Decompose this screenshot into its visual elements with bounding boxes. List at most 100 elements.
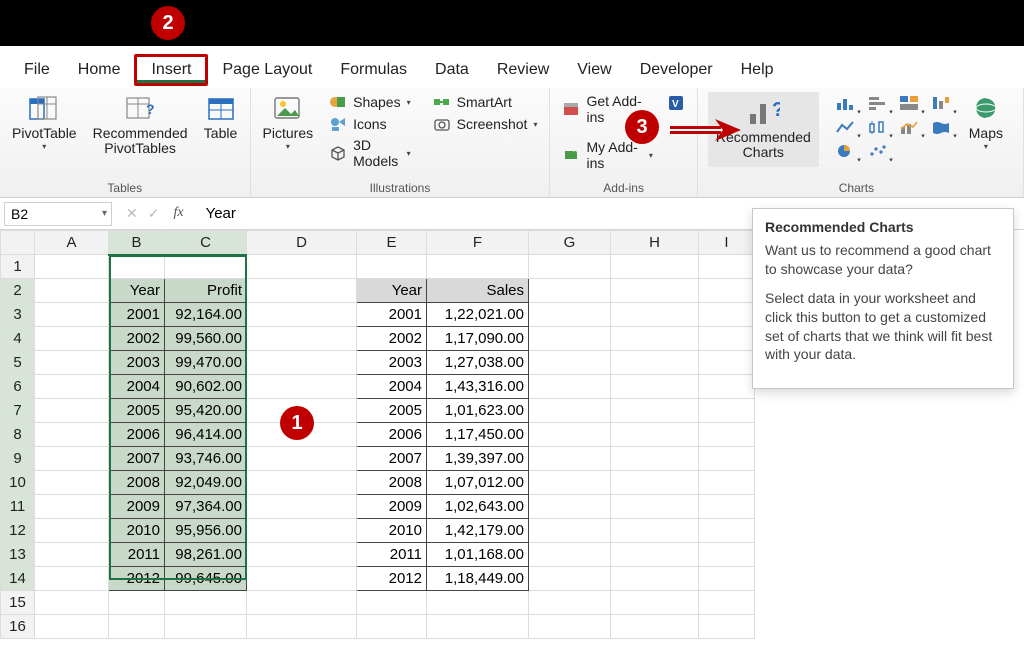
cell[interactable] xyxy=(699,351,755,375)
row-9[interactable]: 9 xyxy=(1,447,35,471)
cell[interactable] xyxy=(247,495,357,519)
cell[interactable] xyxy=(611,423,699,447)
cell[interactable] xyxy=(109,591,165,615)
select-all-corner[interactable] xyxy=(1,231,35,255)
cell[interactable] xyxy=(611,543,699,567)
cell[interactable]: 99,560.00 xyxy=(165,327,247,351)
cell[interactable] xyxy=(247,447,357,471)
cell[interactable]: 92,049.00 xyxy=(165,471,247,495)
combo-chart-icon[interactable]: ▾ xyxy=(895,116,923,138)
cell[interactable] xyxy=(247,591,357,615)
recommended-pivottables-button[interactable]: ? Recommended PivotTables xyxy=(91,92,190,159)
tab-home[interactable]: Home xyxy=(64,57,135,83)
cell[interactable]: 1,42,179.00 xyxy=(427,519,529,543)
cell[interactable]: 1,43,316.00 xyxy=(427,375,529,399)
cell[interactable] xyxy=(357,615,427,639)
col-G[interactable]: G xyxy=(529,231,611,255)
row-10[interactable]: 10 xyxy=(1,471,35,495)
cell[interactable]: 92,164.00 xyxy=(165,303,247,327)
cell[interactable]: 1,39,397.00 xyxy=(427,447,529,471)
cell[interactable] xyxy=(611,351,699,375)
row-1[interactable]: 1 xyxy=(1,255,35,279)
cell[interactable] xyxy=(529,399,611,423)
cell[interactable] xyxy=(247,255,357,279)
pictures-button[interactable]: Pictures ▾ xyxy=(261,92,316,154)
tab-data[interactable]: Data xyxy=(421,57,483,83)
cell[interactable]: 2008 xyxy=(357,471,427,495)
hierarchy-chart-icon[interactable]: ▾ xyxy=(895,92,923,114)
tab-developer[interactable]: Developer xyxy=(626,57,727,83)
col-C[interactable]: C xyxy=(165,231,247,255)
tab-file[interactable]: File xyxy=(10,57,64,83)
cell[interactable]: 2012 xyxy=(357,567,427,591)
cell[interactable] xyxy=(529,303,611,327)
chevron-down-icon[interactable]: ▾ xyxy=(102,208,107,219)
cell[interactable]: 2008 xyxy=(109,471,165,495)
cell[interactable] xyxy=(427,591,529,615)
tab-insert[interactable]: Insert xyxy=(134,54,208,86)
col-B[interactable]: B xyxy=(109,231,165,255)
cancel-formula-icon[interactable]: ✕ xyxy=(126,205,138,222)
cell[interactable]: 99,645.00 xyxy=(165,567,247,591)
cell[interactable] xyxy=(35,255,109,279)
col-F[interactable]: F xyxy=(427,231,529,255)
row-15[interactable]: 15 xyxy=(1,591,35,615)
cell[interactable]: 2006 xyxy=(109,423,165,447)
icons-button[interactable]: Icons xyxy=(327,114,413,134)
col-D[interactable]: D xyxy=(247,231,357,255)
cell[interactable] xyxy=(529,255,611,279)
column-chart-icon[interactable]: ▾ xyxy=(831,92,859,114)
cell[interactable]: 95,420.00 xyxy=(165,399,247,423)
cell[interactable]: 93,746.00 xyxy=(165,447,247,471)
cell[interactable] xyxy=(357,591,427,615)
row-5[interactable]: 5 xyxy=(1,351,35,375)
cell[interactable]: 2004 xyxy=(357,375,427,399)
cell[interactable]: 2003 xyxy=(357,351,427,375)
cell[interactable]: 2012 xyxy=(109,567,165,591)
row-11[interactable]: 11 xyxy=(1,495,35,519)
cell[interactable] xyxy=(427,615,529,639)
cell[interactable]: 1,17,090.00 xyxy=(427,327,529,351)
cell[interactable]: 2011 xyxy=(357,543,427,567)
cell[interactable] xyxy=(247,351,357,375)
cell[interactable] xyxy=(699,591,755,615)
cell[interactable]: Year xyxy=(109,279,165,303)
cell[interactable] xyxy=(699,447,755,471)
cell[interactable] xyxy=(35,591,109,615)
bar-chart-icon[interactable]: ▾ xyxy=(863,92,891,114)
cell[interactable]: 2010 xyxy=(109,519,165,543)
cell[interactable]: 1,01,623.00 xyxy=(427,399,529,423)
tab-page-layout[interactable]: Page Layout xyxy=(208,57,326,83)
cell[interactable]: 2007 xyxy=(109,447,165,471)
waterfall-chart-icon[interactable]: ▾ xyxy=(927,92,955,114)
cell[interactable] xyxy=(529,615,611,639)
cell[interactable] xyxy=(529,495,611,519)
accept-formula-icon[interactable]: ✓ xyxy=(148,205,160,222)
cell[interactable]: 1,17,450.00 xyxy=(427,423,529,447)
cell[interactable] xyxy=(699,615,755,639)
row-7[interactable]: 7 xyxy=(1,399,35,423)
cell[interactable] xyxy=(35,447,109,471)
cell[interactable] xyxy=(247,303,357,327)
cell[interactable] xyxy=(35,567,109,591)
cell[interactable]: 2005 xyxy=(357,399,427,423)
cell[interactable]: Year xyxy=(357,279,427,303)
cell[interactable]: 95,956.00 xyxy=(165,519,247,543)
row-2[interactable]: 2 xyxy=(1,279,35,303)
cell[interactable] xyxy=(699,495,755,519)
cell[interactable] xyxy=(35,303,109,327)
col-A[interactable]: A xyxy=(35,231,109,255)
cell[interactable] xyxy=(165,255,247,279)
cell[interactable]: 2010 xyxy=(357,519,427,543)
row-13[interactable]: 13 xyxy=(1,543,35,567)
cell[interactable]: 1,22,021.00 xyxy=(427,303,529,327)
cell[interactable] xyxy=(611,327,699,351)
cell[interactable] xyxy=(611,591,699,615)
cell[interactable] xyxy=(529,279,611,303)
tab-review[interactable]: Review xyxy=(483,57,563,83)
cell[interactable] xyxy=(699,567,755,591)
cell[interactable]: 1,02,643.00 xyxy=(427,495,529,519)
col-H[interactable]: H xyxy=(611,231,699,255)
cell[interactable] xyxy=(35,327,109,351)
cell[interactable] xyxy=(529,591,611,615)
